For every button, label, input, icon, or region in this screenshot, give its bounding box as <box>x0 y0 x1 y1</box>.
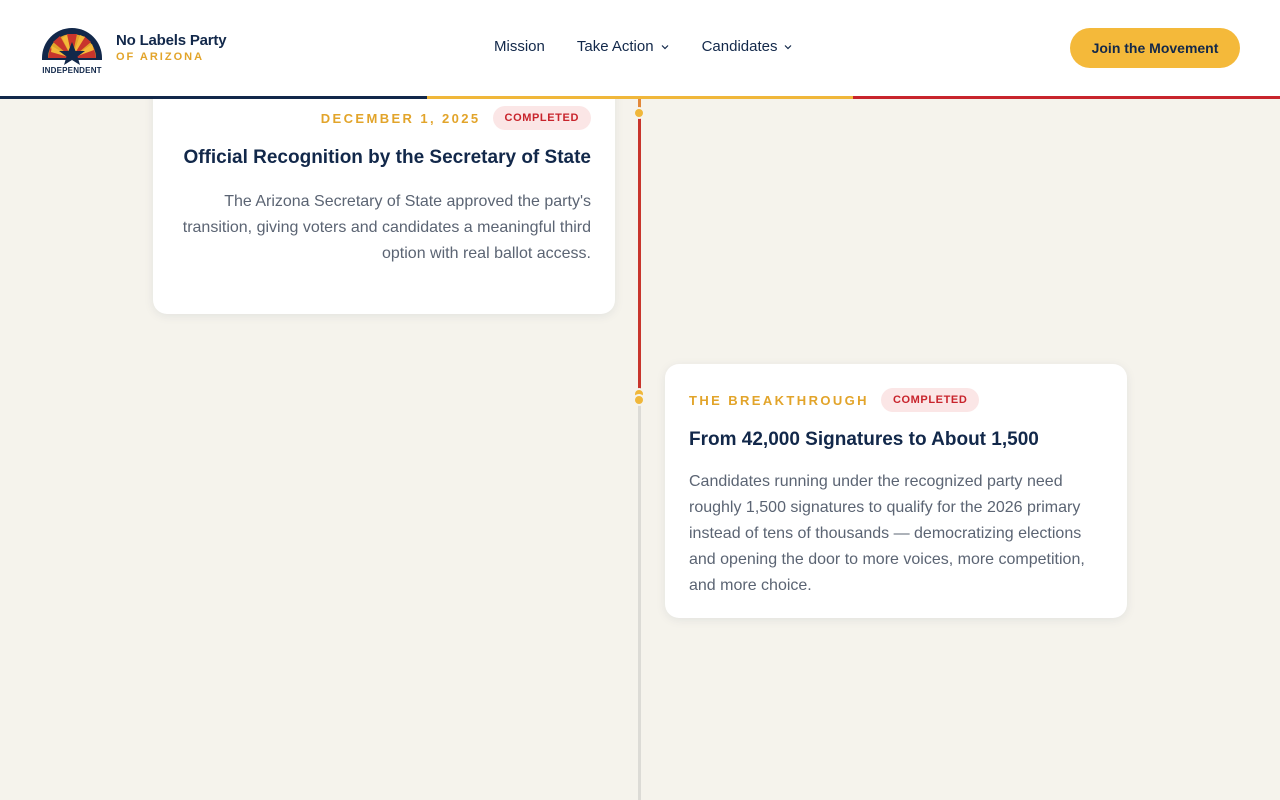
nav-label: Mission <box>494 38 545 55</box>
timeline-marker <box>633 107 645 119</box>
event-title: Official Recognition by the Secretary of… <box>183 147 591 168</box>
timeline-progress <box>638 99 641 389</box>
status-badge: COMPLETED <box>880 388 980 412</box>
tricolor-gold <box>426 96 854 99</box>
event-date: DECEMBER 1, 2025 <box>320 110 481 126</box>
chevron-down-icon <box>661 44 669 49</box>
brand-name: No Labels Party <box>116 32 227 49</box>
site-header: INDEPENDENT No Labels Party OF ARIZONA M… <box>0 0 1280 96</box>
header-tricolor-bar <box>0 96 1280 99</box>
timeline-marker-shadow <box>633 394 645 406</box>
main-nav: Mission Take Action Candidates <box>494 38 793 55</box>
timeline-card-meta: THE BREAKTHROUGH COMPLETED <box>689 388 1103 412</box>
status-badge: COMPLETED <box>492 106 591 130</box>
nav-candidates[interactable]: Candidates <box>702 38 794 55</box>
logo-text: INDEPENDENT <box>42 66 102 75</box>
brand-subtitle: OF ARIZONA <box>116 51 205 63</box>
tricolor-red <box>853 96 1280 99</box>
nav-mission[interactable]: Mission <box>494 38 545 55</box>
brand-block[interactable]: No Labels Party OF ARIZONA <box>116 32 227 63</box>
nav-label: Take Action <box>576 38 654 55</box>
nav-take-action[interactable]: Take Action <box>577 38 670 55</box>
event-title: From 42,000 Signatures to About 1,500 <box>689 429 1039 450</box>
event-description: The Arizona Secretary of State approved … <box>182 193 591 262</box>
timeline-card-breakthrough: THE BREAKTHROUGH COMPLETED From 42,000 S… <box>665 364 1127 618</box>
timeline-card-meta: DECEMBER 1, 2025 COMPLETED <box>177 106 591 130</box>
logo[interactable]: INDEPENDENT <box>40 22 104 76</box>
tricolor-navy <box>0 96 427 99</box>
join-movement-button[interactable]: Join the Movement <box>1070 28 1240 68</box>
event-description: Candidates running under the recognized … <box>689 473 1085 594</box>
chevron-down-icon <box>785 44 792 49</box>
nav-label: Candidates <box>701 38 778 55</box>
event-date: THE BREAKTHROUGH <box>689 392 869 408</box>
